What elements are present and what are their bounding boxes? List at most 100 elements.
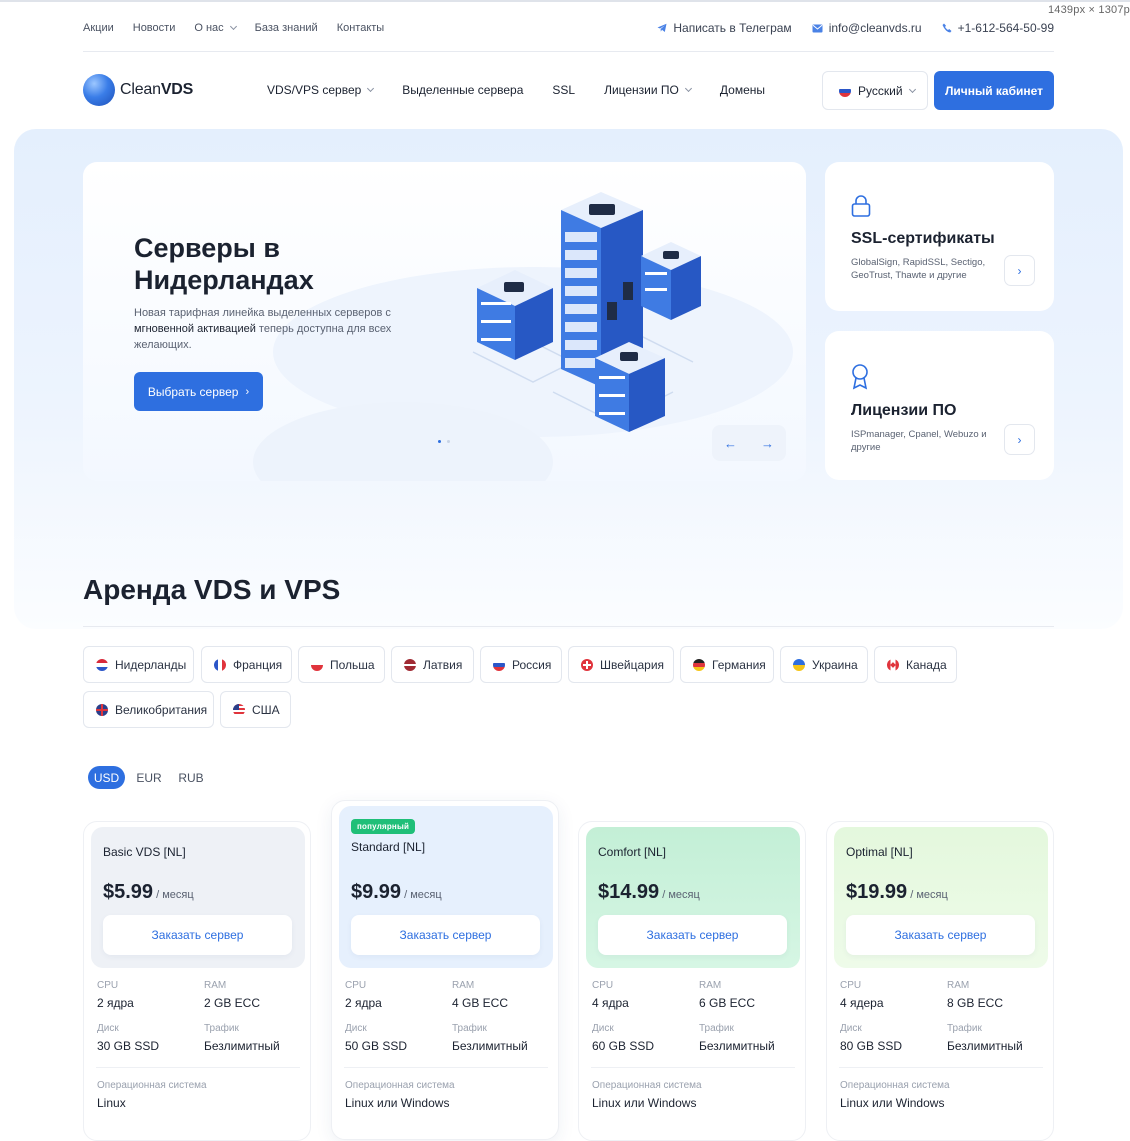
plan-card-comfort: Comfort [NL] $14.99 / месяц Заказать сер… (578, 821, 806, 1141)
country-usa[interactable]: США (220, 691, 291, 728)
slider-dots (438, 440, 456, 443)
country-label: Польша (330, 657, 375, 672)
section-title: Аренда VDS и VPS (83, 574, 341, 605)
topbar-link-about[interactable]: О нас (194, 22, 237, 34)
country-label: Россия (512, 657, 552, 672)
arrow-right-icon[interactable]: → (761, 436, 774, 451)
lock-icon (851, 195, 871, 217)
usa-flag-icon (233, 703, 245, 716)
country-latvia[interactable]: Латвия (391, 646, 474, 683)
ssl-card[interactable]: SSL-сертификаты GlobalSign, RapidSSL, Se… (825, 162, 1054, 311)
country-label: Швейцария (600, 657, 665, 672)
slider-arrows: ← → (712, 425, 786, 461)
traffic-value: Безлимитный (699, 1039, 775, 1053)
currency-tab-eur[interactable]: EUR (134, 766, 164, 789)
licenses-card-arrow-button[interactable]: › (1004, 424, 1035, 455)
plan-price-value: $5.99 (103, 881, 154, 903)
logo-text-bold: VDS (160, 81, 194, 98)
phone-link[interactable]: +1-612-564-50-99 (942, 21, 1054, 35)
currency-tab-rub[interactable]: RUB (176, 766, 206, 789)
os-value: Linux или Windows (840, 1096, 945, 1110)
country-uk[interactable]: Великобритания (83, 691, 214, 728)
cabinet-button[interactable]: Личный кабинет (934, 71, 1054, 110)
disk-value: 80 GB SSD (840, 1039, 903, 1053)
slider-dot-active[interactable] (438, 440, 441, 443)
hero-description: Новая тарифная линейка выделенных сервер… (134, 305, 414, 353)
plan-divider (96, 1067, 300, 1068)
os-label: Операционная система (345, 1080, 455, 1091)
chevron-down-icon (229, 22, 237, 31)
russia-flag-icon (839, 84, 851, 97)
country-ukraine[interactable]: Украина (780, 646, 868, 683)
slider-dot[interactable] (447, 440, 450, 443)
hero-desc-part1: Новая тарифная линейка выделенных сервер… (134, 307, 391, 319)
traffic-value: Безлимитный (947, 1039, 1023, 1053)
uk-flag-icon (96, 703, 108, 716)
email-link[interactable]: info@cleanvds.ru (812, 21, 922, 35)
disk-label: Диск (345, 1023, 367, 1034)
traffic-label: Трафик (947, 1023, 982, 1034)
russia-flag-icon (493, 658, 505, 671)
country-germany[interactable]: Германия (680, 646, 774, 683)
ram-value: 8 GB ECC (947, 996, 1004, 1010)
country-france[interactable]: Франция (201, 646, 292, 683)
plan-header: Optimal [NL] $19.99 / месяц Заказать сер… (834, 827, 1048, 968)
hero-title: Серверы в Нидерландах (134, 233, 314, 295)
country-switzerland[interactable]: Швейцария (568, 646, 674, 683)
telegram-icon (657, 23, 667, 32)
germany-flag-icon (693, 658, 705, 671)
topbar-link-knowledge[interactable]: База знаний (255, 22, 318, 34)
country-poland[interactable]: Польша (298, 646, 385, 683)
topbar-link-news[interactable]: Новости (133, 22, 176, 34)
ssl-card-arrow-button[interactable]: › (1004, 255, 1035, 286)
nav-item-dedicated[interactable]: Выделенные сервера (402, 83, 523, 97)
ssl-card-subtitle: GlobalSign, RapidSSL, Sectigo, GeoTrust,… (851, 257, 986, 281)
nav-item-domains[interactable]: Домены (720, 83, 765, 97)
nav-item-ssl[interactable]: SSL (552, 83, 575, 97)
ram-value: 2 GB ECC (204, 996, 261, 1010)
licenses-card-title: Лицензии ПО (851, 402, 957, 419)
arrow-left-icon[interactable]: ← (724, 436, 737, 451)
chevron-right-icon: › (245, 385, 250, 398)
nav-item-vds[interactable]: VDS/VPS сервер (267, 83, 375, 97)
plan-price-value: $14.99 (598, 881, 660, 903)
section-divider (83, 626, 1054, 627)
disk-label: Диск (840, 1023, 862, 1034)
language-select[interactable]: Русский (822, 71, 928, 110)
order-server-button[interactable]: Заказать сервер (846, 915, 1035, 955)
chevron-down-icon (908, 85, 916, 93)
nav-item-licenses[interactable]: Лицензии ПО (604, 83, 692, 97)
order-server-button[interactable]: Заказать сервер (351, 915, 540, 955)
currency-tab-usd[interactable]: USD (88, 766, 125, 789)
order-server-button[interactable]: Заказать сервер (103, 915, 292, 955)
mail-icon (812, 24, 823, 32)
main-nav: VDS/VPS сервер Выделенные сервера SSL Ли… (267, 83, 794, 97)
country-label: Нидерланды (115, 657, 187, 672)
choose-server-button[interactable]: Выбрать сервер › (134, 372, 263, 411)
traffic-value: Безлимитный (452, 1039, 528, 1053)
country-canada[interactable]: Канада (874, 646, 957, 683)
ram-value: 4 GB ECC (452, 996, 509, 1010)
topbar-link-promo[interactable]: Акции (83, 22, 114, 34)
plan-price-period: / месяц (153, 889, 194, 901)
header-divider (83, 51, 1054, 52)
topbar-link-contacts[interactable]: Контакты (337, 22, 385, 34)
cpu-label: CPU (592, 980, 614, 991)
telegram-link[interactable]: Написать в Телеграм (657, 21, 792, 35)
cpu-label: CPU (345, 980, 367, 991)
licenses-card[interactable]: Лицензии ПО ISPmanager, Cpanel, Webuzo и… (825, 331, 1054, 480)
hero-desc-bold: мгновенной активацией (134, 323, 256, 335)
servers-illustration (472, 192, 701, 432)
topbar-link-about-label: О нас (194, 22, 224, 34)
chevron-down-icon (367, 84, 375, 93)
top-rule (0, 0, 1130, 2)
logo[interactable]: CleanVDS (83, 74, 193, 106)
ukraine-flag-icon (793, 658, 805, 671)
country-russia[interactable]: Россия (480, 646, 562, 683)
order-server-button[interactable]: Заказать сервер (598, 915, 787, 955)
plan-price: $9.99 / месяц (351, 881, 442, 904)
ram-label: RAM (699, 980, 722, 991)
plan-price-value: $9.99 (351, 881, 402, 903)
popular-badge: популярный (351, 819, 416, 834)
country-netherlands[interactable]: Нидерланды (83, 646, 194, 683)
